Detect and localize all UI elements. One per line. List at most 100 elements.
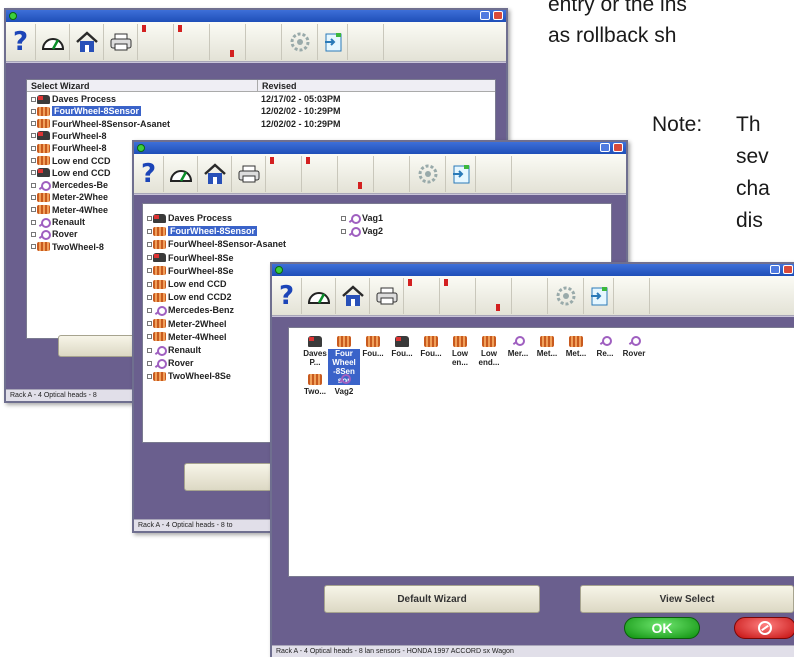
alignment-button[interactable] — [164, 156, 198, 192]
list-item[interactable]: FourWheel-8Sensor-Asanet — [31, 118, 170, 130]
help-button[interactable]: ? — [6, 24, 36, 60]
list-item[interactable]: Low end CCD — [31, 167, 111, 179]
list-item[interactable]: Vag2 — [341, 225, 383, 237]
expand-icon[interactable] — [147, 307, 152, 313]
tool-slot-3[interactable] — [210, 24, 246, 60]
window-titlebar[interactable] — [6, 10, 506, 22]
print-button[interactable] — [232, 156, 266, 192]
window-titlebar[interactable] — [272, 264, 794, 276]
expand-icon[interactable] — [31, 108, 36, 114]
tool-slot-5[interactable] — [614, 278, 650, 314]
expand-icon[interactable] — [147, 360, 152, 366]
tool-slot-3[interactable] — [338, 156, 374, 192]
list-item[interactable]: FourWheel-8 — [31, 130, 107, 142]
minimize-icon[interactable] — [480, 11, 490, 20]
list-item[interactable]: FourWheel-8Sensor — [31, 105, 142, 117]
expand-icon[interactable] — [341, 215, 346, 221]
tool-slot-5[interactable] — [476, 156, 512, 192]
list-item[interactable]: Daves Process — [147, 212, 232, 224]
list-item[interactable]: FourWheel-8Se — [147, 265, 234, 277]
column-header-select-wizard[interactable]: Select Wizard — [27, 80, 257, 92]
list-item[interactable]: Meter-4Wheel — [147, 331, 227, 343]
expand-icon[interactable] — [147, 228, 152, 234]
expand-icon[interactable] — [147, 321, 152, 327]
list-item[interactable]: Rover — [31, 228, 78, 240]
home-button[interactable] — [198, 156, 232, 192]
expand-icon[interactable] — [147, 334, 152, 340]
ok-button[interactable]: OK — [624, 617, 700, 639]
list-item[interactable]: TwoWheel-8Se — [147, 370, 231, 382]
grid-item[interactable]: Vag2 — [328, 374, 360, 396]
minimize-icon[interactable] — [600, 143, 610, 152]
print-button[interactable] — [104, 24, 138, 60]
grid-item[interactable]: Low end... — [473, 336, 505, 367]
sensor-settings-button[interactable] — [282, 24, 318, 60]
list-item[interactable]: Low end CCD — [31, 155, 111, 167]
expand-icon[interactable] — [31, 145, 36, 151]
window-titlebar[interactable] — [134, 142, 626, 154]
grid-item[interactable]: Re... — [589, 336, 621, 358]
expand-icon[interactable] — [147, 241, 152, 247]
list-item[interactable]: Vag1 — [341, 212, 383, 224]
expand-icon[interactable] — [31, 194, 36, 200]
expand-icon[interactable] — [31, 244, 36, 250]
list-item[interactable]: TwoWheel-8 — [31, 241, 104, 253]
list-item[interactable]: Rover — [147, 357, 194, 369]
minimize-icon[interactable] — [770, 265, 780, 274]
wizard-step-button[interactable] — [318, 24, 348, 60]
tool-slot-4[interactable] — [512, 278, 548, 314]
grid-item[interactable]: Fou... — [357, 336, 389, 358]
home-button[interactable] — [336, 278, 370, 314]
list-item[interactable]: FourWheel-8Sensor — [147, 225, 258, 237]
list-item[interactable]: FourWheel-8Sensor-Asanet — [147, 238, 286, 250]
tool-slot-3[interactable] — [476, 278, 512, 314]
expand-icon[interactable] — [147, 268, 152, 274]
expand-icon[interactable] — [31, 96, 36, 102]
expand-icon[interactable] — [147, 255, 152, 261]
help-button[interactable]: ? — [272, 278, 302, 314]
expand-icon[interactable] — [31, 170, 36, 176]
tool-slot-5[interactable] — [348, 24, 384, 60]
grid-item[interactable]: Fou... — [415, 336, 447, 358]
list-item[interactable]: Mercedes-Be — [31, 179, 108, 191]
view-select-button[interactable]: View Select — [580, 585, 794, 613]
tool-slot-4[interactable] — [374, 156, 410, 192]
column-header-revised[interactable]: Revised — [257, 80, 495, 92]
expand-icon[interactable] — [147, 347, 152, 353]
wizard-step-button[interactable] — [446, 156, 476, 192]
tool-slot-4[interactable] — [246, 24, 282, 60]
grid-item[interactable]: Daves P... — [299, 336, 331, 367]
expand-icon[interactable] — [31, 182, 36, 188]
home-button[interactable] — [70, 24, 104, 60]
expand-icon[interactable] — [147, 294, 152, 300]
grid-item[interactable]: Mer... — [502, 336, 534, 358]
list-item[interactable]: Daves Process — [31, 93, 116, 105]
expand-icon[interactable] — [31, 207, 36, 213]
list-item[interactable]: Renault — [147, 344, 201, 356]
expand-icon[interactable] — [31, 133, 36, 139]
alignment-button[interactable] — [302, 278, 336, 314]
list-item[interactable]: FourWheel-8 — [31, 142, 107, 154]
list-item[interactable]: Meter-4Whee — [31, 204, 108, 216]
sensor-settings-button[interactable] — [410, 156, 446, 192]
list-item[interactable]: Low end CCD — [147, 278, 227, 290]
default-wizard-button[interactable]: Default Wizard — [324, 585, 540, 613]
list-item[interactable]: Low end CCD2 — [147, 291, 232, 303]
grid-item[interactable]: Met... — [560, 336, 592, 358]
expand-icon[interactable] — [31, 219, 36, 225]
help-button[interactable]: ? — [134, 156, 164, 192]
grid-item[interactable]: Met... — [531, 336, 563, 358]
list-item[interactable]: Meter-2Wheel — [147, 318, 227, 330]
grid-item[interactable]: Two... — [299, 374, 331, 396]
list-item[interactable]: FourWheel-8Se — [147, 252, 234, 264]
expand-icon[interactable] — [147, 373, 152, 379]
sensor-settings-button[interactable] — [548, 278, 584, 314]
expand-icon[interactable] — [31, 121, 36, 127]
wizard-step-button[interactable] — [584, 278, 614, 314]
expand-icon[interactable] — [341, 228, 346, 234]
grid-item[interactable]: Low en... — [444, 336, 476, 367]
list-item[interactable]: Renault — [31, 216, 85, 228]
expand-icon[interactable] — [147, 215, 152, 221]
alignment-button[interactable] — [36, 24, 70, 60]
expand-icon[interactable] — [147, 281, 152, 287]
